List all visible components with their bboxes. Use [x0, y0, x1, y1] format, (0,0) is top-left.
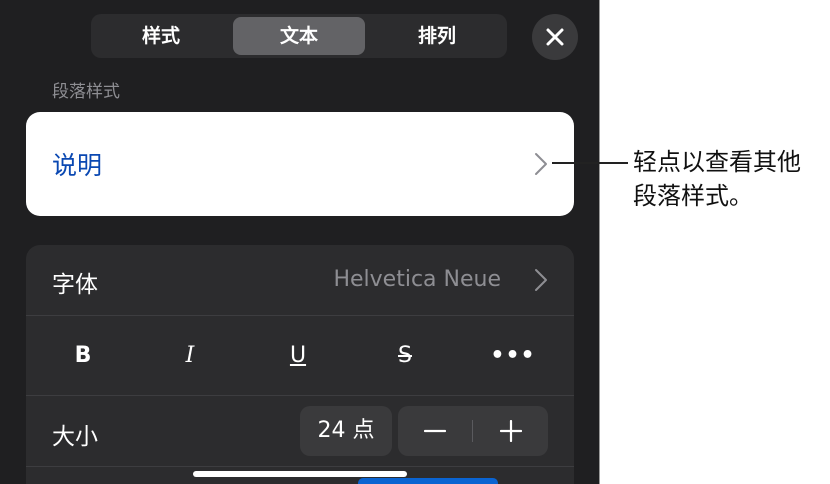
size-label: 大小 [52, 424, 98, 450]
row-divider [26, 315, 574, 316]
chevron-right-icon [535, 153, 547, 175]
font-size-value[interactable]: 24 点 [300, 406, 392, 456]
format-tabs: 样式 文本 排列 [91, 14, 507, 58]
stepper-divider [472, 420, 473, 442]
underline-button[interactable]: U [268, 331, 328, 381]
partial-button-peek [358, 478, 498, 484]
paragraph-style-header: 段落样式 [52, 82, 120, 102]
tab-arrange[interactable]: 排列 [370, 17, 504, 55]
italic-button[interactable]: I [160, 331, 220, 381]
font-value[interactable]: Helvetica Neue [333, 267, 501, 292]
bold-button[interactable]: B [53, 331, 113, 381]
strikethrough-button[interactable]: S [375, 331, 435, 381]
close-icon [546, 28, 564, 46]
callout-line-1: 轻点以查看其他 [633, 148, 801, 176]
format-panel: 样式 文本 排列 段落样式 说明 字体 Helvetica Neue B I U… [0, 0, 600, 484]
minus-icon [424, 429, 446, 433]
close-button[interactable] [532, 14, 578, 60]
paragraph-style-name: 说明 [52, 151, 103, 180]
callout-line-2: 段落样式。 [633, 182, 753, 210]
text-settings-group: 字体 Helvetica Neue B I U S ••• 大小 24 点 [26, 245, 574, 484]
decrease-size-button[interactable] [398, 406, 472, 456]
callout-text: 轻点以查看其他 段落样式。 [633, 145, 829, 213]
row-divider [26, 395, 574, 396]
more-options-button[interactable]: ••• [483, 331, 543, 381]
font-size-stepper [398, 406, 548, 456]
increase-size-button[interactable] [474, 406, 548, 456]
panel-edge [599, 0, 600, 484]
row-divider [26, 466, 574, 467]
tab-text[interactable]: 文本 [233, 17, 365, 55]
home-indicator[interactable] [193, 471, 407, 477]
chevron-right-icon [535, 269, 547, 291]
paragraph-style-row[interactable]: 说明 [26, 112, 574, 216]
font-label: 字体 [52, 272, 98, 298]
callout-line [552, 162, 628, 164]
plus-icon [500, 420, 522, 442]
tab-style[interactable]: 样式 [94, 17, 228, 55]
